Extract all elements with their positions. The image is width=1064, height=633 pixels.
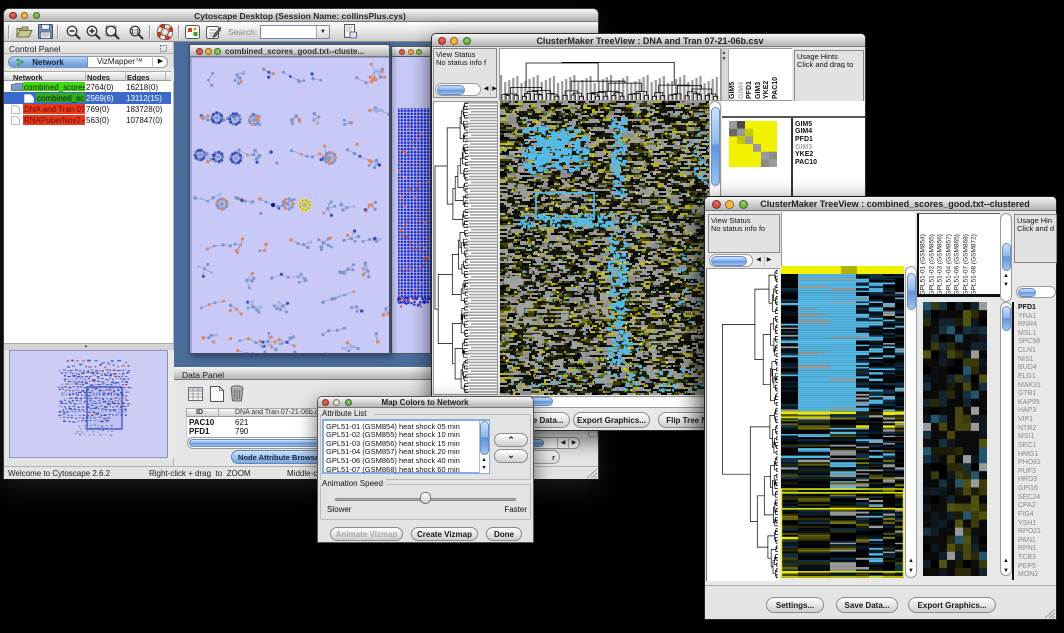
svg-text:1:1: 1:1 bbox=[131, 29, 140, 35]
